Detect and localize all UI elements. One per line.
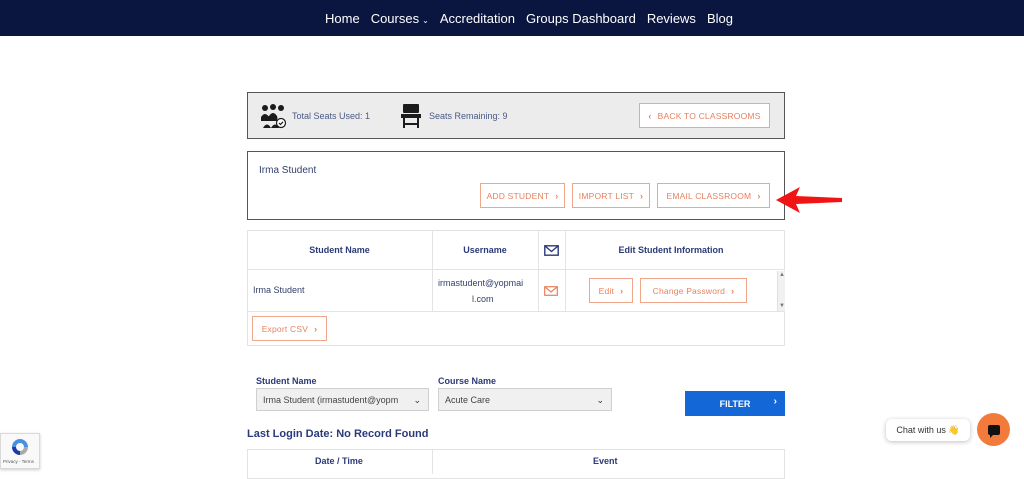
back-to-classrooms-label: BACK TO CLASSROOMS	[657, 110, 761, 121]
change-password-button[interactable]: Change Password ›	[640, 278, 747, 303]
table-divider	[538, 230, 539, 311]
export-csv-label: Export CSV	[261, 323, 309, 334]
recaptcha-terms[interactable]: Privacy - Terms	[3, 459, 34, 464]
chevron-down-icon: ⌄	[413, 395, 421, 405]
import-list-label: IMPORT LIST	[578, 190, 635, 201]
nav-courses[interactable]: Courses ⌄	[371, 11, 429, 26]
header-date-time: Date / Time	[315, 456, 363, 466]
table-scrollbar[interactable]: ▲ ▼	[777, 271, 785, 311]
red-arrow-annotation	[776, 187, 842, 213]
chevron-left-icon: ‹	[648, 110, 652, 121]
back-to-classrooms-button[interactable]: ‹ BACK TO CLASSROOMS	[639, 103, 770, 128]
chat-launcher-button[interactable]	[977, 413, 1010, 446]
add-student-label: ADD STUDENT	[486, 190, 550, 201]
last-login-title: Last Login Date: No Record Found	[247, 428, 429, 440]
row-mail-icon[interactable]	[544, 286, 558, 296]
scroll-down-icon[interactable]: ▼	[779, 303, 785, 309]
chevron-right-icon: ›	[731, 285, 735, 296]
nav-blog[interactable]: Blog	[707, 11, 733, 26]
course-name-select[interactable]: Acute Care ⌄	[438, 388, 612, 411]
chevron-right-icon: ›	[773, 396, 777, 407]
seats-panel: Total Seats Used: 1 Seats Remaining: 9 ‹…	[247, 92, 785, 139]
mail-icon[interactable]	[544, 245, 559, 256]
student-name-select[interactable]: Irma Student (irmastudent@yopm ⌄	[256, 388, 429, 411]
nav-home[interactable]: Home	[325, 11, 360, 26]
email-classroom-label: EMAIL CLASSROOM	[666, 190, 752, 201]
email-classroom-button[interactable]: EMAIL CLASSROOM ›	[657, 183, 770, 208]
top-navigation: Home Courses ⌄ Accreditation Groups Dashb…	[0, 0, 1024, 36]
nav-courses-label: Courses	[370, 10, 420, 26]
student-name-filter-label: Student Name	[256, 376, 317, 386]
edit-label: Edit	[598, 285, 615, 296]
chevron-down-icon: ⌄	[422, 15, 429, 25]
chevron-right-icon: ›	[757, 190, 761, 201]
chevron-right-icon: ›	[620, 285, 624, 296]
chevron-right-icon: ›	[314, 323, 318, 334]
header-username: Username	[463, 245, 507, 255]
export-csv-button[interactable]: Export CSV ›	[252, 316, 327, 341]
classroom-panel: Irma Student ADD STUDENT › IMPORT LIST ›…	[247, 151, 785, 220]
chevron-down-icon: ⌄	[596, 395, 604, 405]
change-password-label: Change Password	[652, 285, 726, 296]
username-cell: irmastudent@yopmai l.com	[438, 275, 523, 307]
seats-remaining: Seats Remaining: 9	[429, 111, 508, 121]
chat-bubble-icon	[987, 424, 1000, 438]
chat-with-us-label[interactable]: Chat with us 👋	[886, 419, 970, 441]
recaptcha-badge[interactable]: Privacy - Terms	[0, 433, 40, 469]
table-divider	[432, 449, 433, 474]
classroom-name: Irma Student	[259, 165, 317, 176]
student-name-cell[interactable]: Irma Student	[253, 285, 305, 295]
filter-button[interactable]: FILTER ›	[685, 391, 785, 416]
username-line: irmastudent@yopmai	[438, 278, 524, 288]
table-divider	[247, 311, 785, 312]
nav-accreditation[interactable]: Accreditation	[440, 11, 515, 26]
nav-reviews[interactable]: Reviews	[647, 11, 696, 26]
username-line: l.com	[472, 294, 494, 304]
student-name-select-value: Irma Student (irmastudent@yopm	[263, 394, 399, 405]
nav-groups-dashboard[interactable]: Groups Dashboard	[526, 11, 636, 26]
chevron-right-icon: ›	[640, 190, 644, 201]
course-name-select-value: Acute Care	[445, 394, 491, 405]
desk-icon	[401, 104, 421, 128]
chevron-right-icon: ›	[555, 190, 559, 201]
recaptcha-logo-icon	[12, 439, 28, 455]
edit-button[interactable]: Edit ›	[589, 278, 633, 303]
course-name-filter-label: Course Name	[438, 376, 497, 386]
people-icon	[261, 104, 286, 129]
add-student-button[interactable]: ADD STUDENT ›	[480, 183, 565, 208]
import-list-button[interactable]: IMPORT LIST ›	[572, 183, 650, 208]
header-student-name: Student Name	[309, 245, 370, 255]
total-seats-used: Total Seats Used: 1	[292, 111, 371, 121]
header-event: Event	[593, 456, 618, 466]
header-edit-student-information: Edit Student Information	[618, 245, 724, 255]
nav-menu: Home Courses ⌄ Accreditation Groups Dashb…	[325, 0, 733, 36]
filter-label: FILTER	[719, 398, 751, 409]
scroll-up-icon[interactable]: ▲	[779, 272, 785, 278]
